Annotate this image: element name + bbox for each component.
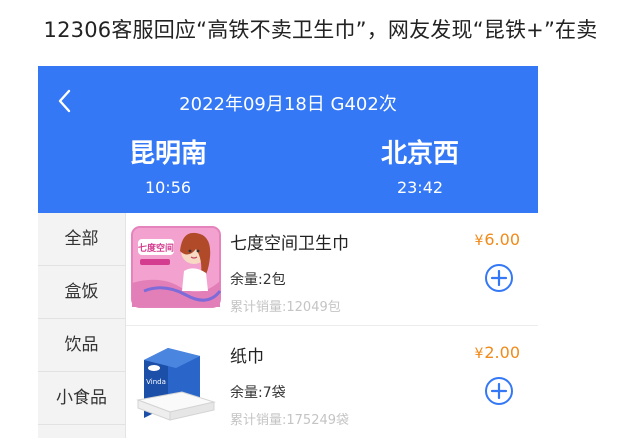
departure-time: 10:56: [144, 178, 192, 197]
add-to-cart-button[interactable]: [484, 263, 514, 293]
currency-symbol: ¥: [474, 233, 484, 249]
app-screen: 2022年09月18日 G402次 昆明南 北京西 10:56 23:42 全部…: [38, 66, 538, 438]
product-stock: 余量:2包: [230, 272, 286, 288]
product-name: 七度空间卫生巾: [230, 234, 349, 254]
page: 12306客服回应“高铁不卖卫生巾”，网友发现“昆铁+”在卖 2022年09月1…: [0, 0, 641, 438]
category-sidebar: 全部 盒饭 饮品 小食品: [38, 213, 126, 438]
product-name: 纸巾: [230, 347, 264, 367]
trip-header: 2022年09月18日 G402次 昆明南 北京西 10:56 23:42: [38, 66, 538, 213]
product-item: Vinda 纸巾 ¥2.00 余量:7袋 累计销量:175249袋: [126, 326, 538, 438]
svg-text:七度空间: 七度空间: [138, 242, 174, 254]
product-price: ¥6.00: [474, 230, 520, 249]
tissue-pack-icon: Vinda: [136, 348, 216, 421]
product-image: Vinda: [130, 334, 222, 426]
price-value: 6.00: [484, 230, 520, 249]
svg-text:Vinda: Vinda: [146, 378, 166, 386]
plus-circle-icon: [485, 264, 513, 292]
plus-circle-icon: [485, 377, 513, 405]
trip-date-train: 2022年09月18日 G402次: [179, 94, 397, 115]
sanitary-pad-package-icon: 七度空间: [131, 226, 222, 308]
sidebar-item-snacks[interactable]: 小食品: [38, 372, 125, 425]
product-image: 七度空间: [130, 221, 222, 313]
arrival-time: 23:42: [396, 178, 444, 197]
news-headline: 12306客服回应“高铁不卖卫生巾”，网友发现“昆铁+”在卖: [43, 18, 598, 42]
departure-station: 昆明南: [128, 139, 207, 169]
product-stock: 余量:7袋: [230, 385, 286, 401]
product-sales-count: 累计销量:175249袋: [230, 413, 350, 428]
price-value: 2.00: [484, 343, 520, 362]
product-sales-count: 累计销量:12049包: [230, 300, 341, 315]
product-price: ¥2.00: [474, 343, 520, 362]
arrival-station: 北京西: [380, 139, 459, 169]
currency-symbol: ¥: [474, 346, 484, 362]
sidebar-item-drinks[interactable]: 饮品: [38, 319, 125, 372]
product-item: 七度空间 七度空间卫生巾 ¥6.00 余量:2包 累计销量:12049包: [126, 213, 538, 326]
add-to-cart-button[interactable]: [484, 376, 514, 406]
sidebar-item-boxed-meals[interactable]: 盒饭: [38, 266, 125, 319]
sidebar-item-all[interactable]: 全部: [38, 213, 125, 266]
